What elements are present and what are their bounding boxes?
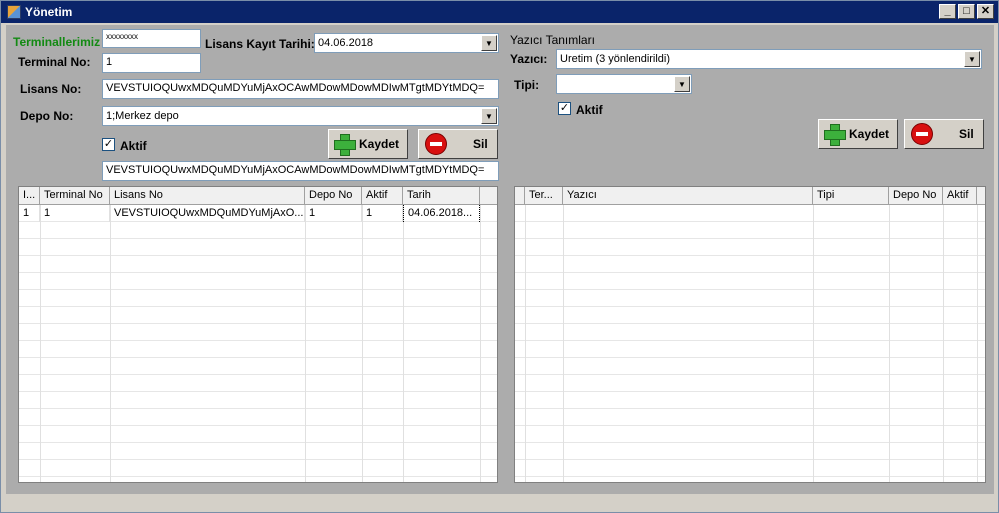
col-header-tarih[interactable]: Tarih [403,187,480,204]
close-button[interactable]: ✕ [977,4,994,19]
tipi-label: Tipi: [514,78,540,92]
yazici-combo[interactable]: Uretim (3 yönlendirildi) ▼ [556,49,982,69]
cell-terminal-no: 1 [40,205,110,222]
sil-button-label: Sil [473,137,488,151]
plus-icon [823,123,846,146]
printer-kaydet-button[interactable]: Kaydet [818,119,898,149]
col-header-tipi[interactable]: Tipi [813,187,889,204]
tipi-combo[interactable]: ▼ [556,74,692,94]
window-title: Yönetim [25,5,73,19]
lisans-kayit-tarihi-label: Lisans Kayıt Tarihi: [205,37,315,51]
lisans-no-label: Lisans No: [20,82,82,96]
chevron-down-icon[interactable]: ▼ [481,35,497,51]
table-row[interactable]: 1 1 VEVSTUIOQUwxMDQuMDYuMjAxO... 1 1 04.… [19,205,480,222]
terminal-grid-header: I... Terminal No Lisans No Depo No Aktif… [19,187,497,205]
col-header-depo-no[interactable]: Depo No [305,187,362,204]
printer-grid[interactable]: Ter... Yazıcı Tipi Depo No Aktif [514,186,986,483]
plus-icon [333,133,356,156]
kaydet-button-label: Kaydet [359,137,400,151]
minimize-button[interactable]: _ [939,4,956,19]
col-header-aktif[interactable]: Aktif [943,187,977,204]
terminal-grid[interactable]: I... Terminal No Lisans No Depo No Aktif… [18,186,498,483]
printer-panel: Yazıcı Tanımları Yazıcı: Uretim (3 yönle… [506,25,994,494]
terminal-no-label: Terminal No: [18,55,91,69]
yazici-value: Uretim (3 yönlendirildi) [560,53,671,65]
terminallerimiz-label: Terminallerimiz [13,35,101,49]
printer-sil-label: Sil [959,127,974,141]
yonetim-window: Yönetim _ □ ✕ Terminallerimiz xxxxxxxx L… [0,0,999,513]
col-header-lisans-no[interactable]: Lisans No [110,187,305,204]
encoded-license-field[interactable]: VEVSTUIOQUwxMDQuMDYuMjAxOCAwMDowMDowMDIw… [102,161,499,181]
lisans-kayit-tarihi-value: 04.06.2018 [318,37,374,49]
terminal-panel: Terminallerimiz xxxxxxxx Lisans Kayıt Ta… [6,25,506,494]
terminal-code-field[interactable]: xxxxxxxx [102,29,201,48]
depo-no-value: 1;Merkez depo [106,110,179,122]
lisans-kayit-tarihi-picker[interactable]: 04.06.2018 ▼ [314,33,499,53]
col-header-ter[interactable]: Ter... [525,187,563,204]
printer-aktif-checkbox[interactable]: ✓ [558,102,571,115]
minus-icon [425,133,447,155]
aktif-label: Aktif [120,139,147,153]
aktif-checkbox[interactable]: ✓ [102,138,115,151]
kaydet-button[interactable]: Kaydet [328,129,408,159]
col-header-aktif[interactable]: Aktif [362,187,403,204]
cell-depo-no: 1 [305,205,362,222]
chevron-down-icon[interactable]: ▼ [964,51,980,67]
cell-aktif: 1 [362,205,403,222]
chevron-down-icon[interactable]: ▼ [481,108,497,124]
cell-id: 1 [19,205,40,222]
printer-grid-header: Ter... Yazıcı Tipi Depo No Aktif [515,187,985,205]
printer-sil-button[interactable]: Sil [904,119,984,149]
app-icon [7,5,21,19]
depo-no-label: Depo No: [20,109,74,123]
lisans-no-field[interactable]: VEVSTUIOQUwxMDQuMDYuMjAxOCAwMDowMDowMDIw… [102,79,499,99]
maximize-button[interactable]: □ [958,4,975,19]
col-header-terminal-no[interactable]: Terminal No [40,187,110,204]
printer-section-title: Yazıcı Tanımları [510,33,595,47]
col-header-id[interactable]: I... [19,187,40,204]
chevron-down-icon[interactable]: ▼ [674,76,690,92]
col-header-yazici[interactable]: Yazıcı [563,187,813,204]
col-header-depo-no[interactable]: Depo No [889,187,943,204]
printer-aktif-label: Aktif [576,103,603,117]
yazici-label: Yazıcı: [510,52,548,66]
cell-tarih: 04.06.2018... [403,205,480,222]
printer-kaydet-label: Kaydet [849,127,890,141]
title-bar[interactable]: Yönetim _ □ ✕ [1,1,998,23]
cell-lisans-no: VEVSTUIOQUwxMDQuMDYuMjAxO... [110,205,305,222]
terminal-no-field[interactable]: 1 [102,53,201,73]
sil-button[interactable]: Sil [418,129,498,159]
depo-no-combo[interactable]: 1;Merkez depo ▼ [102,106,499,126]
minus-icon [911,123,933,145]
